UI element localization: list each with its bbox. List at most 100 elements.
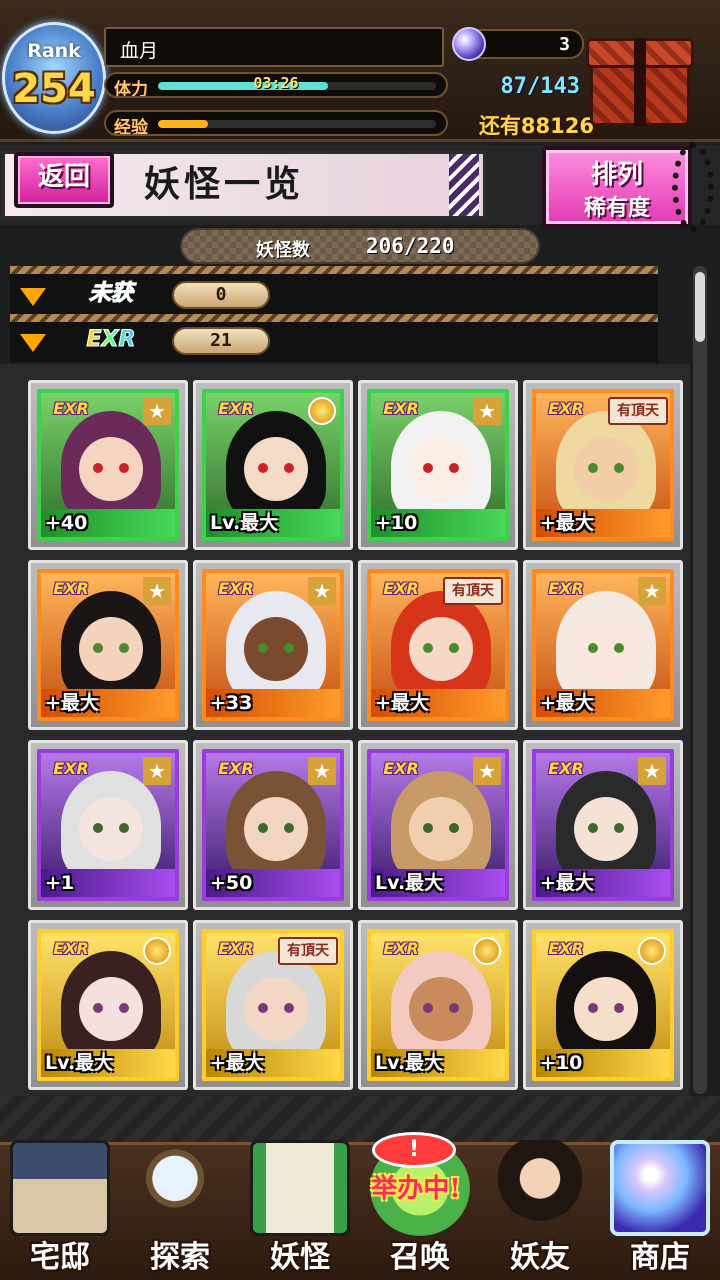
nav-1-button[interactable]: 探索 bbox=[120, 1140, 240, 1280]
yokai-card-grid: EXR ★ +40 EXR Lv.最大 EXR ★ +10 EXR 有頂天 +最大 EXR ★ +最大 EX… bbox=[0, 364, 690, 1096]
page-title: 妖怪一览 bbox=[144, 163, 305, 205]
stamina-bar: 体力 03:26 bbox=[104, 72, 448, 98]
filter-tag: 未获 bbox=[68, 278, 154, 310]
exp-label: 经验 bbox=[114, 118, 148, 136]
yokai-card[interactable]: EXR +10 bbox=[523, 920, 683, 1090]
yokai-count-label: 妖怪数 bbox=[256, 240, 310, 261]
scroll-icon bbox=[250, 1140, 350, 1236]
star-icon: ★ bbox=[638, 757, 666, 785]
rarity-badge: EXR bbox=[218, 399, 254, 418]
sort-button[interactable]: 排列 稀有度 bbox=[542, 146, 692, 228]
yokai-level: +33 bbox=[206, 689, 340, 717]
yokai-count: 妖怪数 206/220 bbox=[180, 228, 540, 264]
rarity-badge: EXR bbox=[383, 759, 419, 778]
stamina-timer: 03:26 bbox=[253, 74, 299, 92]
scrollbar[interactable] bbox=[693, 266, 707, 1094]
rarity-badge: EXR bbox=[548, 939, 584, 958]
exp-remaining: 还有88126 bbox=[478, 114, 594, 138]
rank-badge[interactable]: Rank 254 bbox=[2, 22, 106, 134]
scrollbar-thumb[interactable] bbox=[695, 272, 705, 342]
player-name-box: 血月 bbox=[104, 27, 444, 67]
yokai-card[interactable]: EXR ★ +40 bbox=[28, 380, 188, 550]
yokai-card[interactable]: EXR Lv.最大 bbox=[28, 920, 188, 1090]
gem-count: 3 bbox=[559, 34, 570, 55]
yokai-level: +最大 bbox=[536, 689, 670, 717]
yokai-level: +40 bbox=[41, 509, 175, 537]
nav-0-button[interactable]: 宅邸 bbox=[0, 1140, 120, 1280]
yokai-card[interactable]: EXR ★ +1 bbox=[28, 740, 188, 910]
yokai-card[interactable]: EXR 有頂天 +最大 bbox=[523, 380, 683, 550]
star-icon: ★ bbox=[473, 397, 501, 425]
yokai-level: Lv.最大 bbox=[41, 1049, 175, 1077]
gem-icon bbox=[452, 27, 486, 61]
star-icon: ★ bbox=[143, 757, 171, 785]
yokai-level: +10 bbox=[536, 1049, 670, 1077]
magnifier-icon bbox=[130, 1140, 230, 1236]
yokai-card[interactable]: EXR ★ +33 bbox=[193, 560, 353, 730]
gem-counter[interactable]: 3 bbox=[452, 27, 584, 61]
back-button[interactable]: 返回 bbox=[14, 152, 114, 208]
stamina-value: 87/143 bbox=[500, 74, 580, 99]
yokai-level: Lv.最大 bbox=[206, 509, 340, 537]
yokai-level: +最大 bbox=[41, 689, 175, 717]
yokai-card[interactable]: EXR ★ +最大 bbox=[28, 560, 188, 730]
back-button-label: 返回 bbox=[37, 162, 90, 192]
star-icon: ★ bbox=[143, 577, 171, 605]
rarity-badge: EXR bbox=[53, 399, 89, 418]
yokai-level: +最大 bbox=[206, 1049, 340, 1077]
rarity-badge: EXR bbox=[383, 399, 419, 418]
nav-5-button[interactable]: 商店 bbox=[600, 1140, 720, 1280]
star-icon: ★ bbox=[143, 397, 171, 425]
summon-alert-badge: ! bbox=[372, 1132, 456, 1168]
yokai-card[interactable]: EXR 有頂天 +最大 bbox=[358, 560, 518, 730]
yokai-card[interactable]: EXR ★ +50 bbox=[193, 740, 353, 910]
ecstasy-badge: 有頂天 bbox=[443, 577, 503, 605]
filter-count: 21 bbox=[172, 327, 270, 355]
friend-icon bbox=[490, 1140, 590, 1236]
rarity-badge: EXR bbox=[548, 759, 584, 778]
yokai-count-value: 206/220 bbox=[366, 234, 455, 258]
yokai-card[interactable]: EXR Lv.最大 bbox=[193, 380, 353, 550]
rarity-badge: EXR bbox=[53, 939, 89, 958]
nav-label: 商店 bbox=[630, 1240, 690, 1275]
rarity-badge: EXR bbox=[383, 939, 419, 958]
nav-label: 妖怪 bbox=[270, 1240, 330, 1275]
nav-label: 宅邸 bbox=[30, 1240, 90, 1275]
nav-2-button[interactable]: 妖怪 bbox=[240, 1140, 360, 1280]
rarity-badge: EXR bbox=[218, 759, 254, 778]
star-icon: ★ bbox=[308, 577, 336, 605]
yokai-level: +1 bbox=[41, 869, 175, 897]
yokai-card[interactable]: EXR ★ +最大 bbox=[523, 740, 683, 910]
yokai-card[interactable]: EXR ★ Lv.最大 bbox=[358, 740, 518, 910]
sort-button-label: 排列 bbox=[590, 160, 643, 190]
collapse-arrow-icon[interactable] bbox=[20, 334, 46, 352]
filter-row-unobtained[interactable]: 未获 0 bbox=[10, 274, 658, 314]
nav-label: 探索 bbox=[150, 1240, 210, 1275]
collapse-arrow-icon[interactable] bbox=[20, 288, 46, 306]
yokai-card[interactable]: EXR ★ +10 bbox=[358, 380, 518, 550]
house-icon bbox=[10, 1140, 110, 1236]
filter-count: 0 bbox=[172, 281, 270, 309]
rank-label: Rank bbox=[27, 40, 81, 62]
rarity-badge: EXR bbox=[218, 939, 254, 958]
exp-fill bbox=[158, 120, 209, 128]
yokai-card[interactable]: EXR 有頂天 +最大 bbox=[193, 920, 353, 1090]
star-icon: ★ bbox=[473, 757, 501, 785]
rarity-badge: EXR bbox=[548, 579, 584, 598]
medal-icon bbox=[308, 397, 336, 425]
crystal-orb-icon bbox=[610, 1140, 710, 1236]
rank-value: 254 bbox=[12, 66, 96, 112]
filter-row-exr[interactable]: EXR 21 bbox=[10, 320, 658, 360]
rarity-badge: EXR bbox=[548, 399, 584, 418]
gear-decoration-icon bbox=[672, 142, 714, 232]
nav-4-button[interactable]: 妖友 bbox=[480, 1140, 600, 1280]
medal-icon bbox=[143, 937, 171, 965]
yokai-level: +最大 bbox=[536, 869, 670, 897]
medal-icon bbox=[638, 937, 666, 965]
gift-box-button[interactable] bbox=[586, 30, 694, 130]
yokai-card[interactable]: EXR Lv.最大 bbox=[358, 920, 518, 1090]
ecstasy-badge: 有頂天 bbox=[608, 397, 668, 425]
filter-tag: EXR bbox=[68, 324, 154, 356]
yokai-card[interactable]: EXR ★ +最大 bbox=[523, 560, 683, 730]
summon-event-label: 举办中! bbox=[371, 1174, 461, 1204]
